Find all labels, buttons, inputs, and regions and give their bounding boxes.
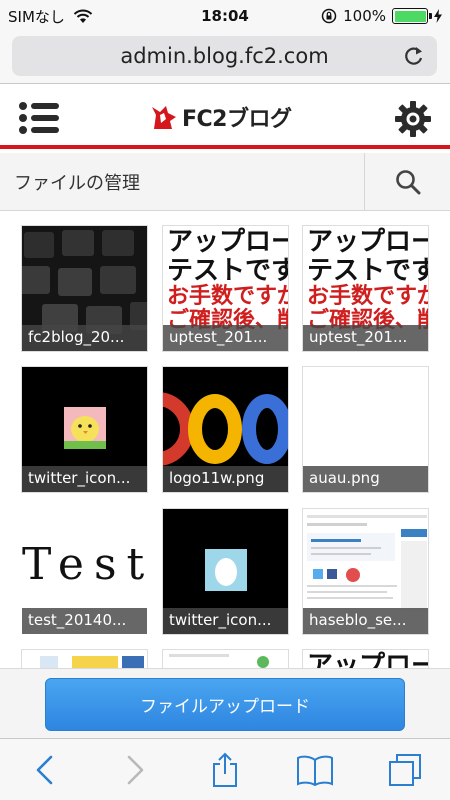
browser-address-bar: admin.blog.fc2.com [0, 32, 450, 84]
thumb-text-line: アップロード [167, 227, 288, 257]
share-button[interactable] [203, 748, 247, 792]
file-tile[interactable]: fc2blog_20... [21, 225, 148, 352]
file-name: fc2blog_20... [22, 325, 147, 351]
tabs-button[interactable] [383, 748, 427, 792]
wifi-icon [73, 9, 93, 23]
battery-percent: 100% [343, 7, 386, 25]
charging-icon [434, 9, 442, 23]
webpage-thumbnail [22, 650, 147, 668]
file-tile[interactable]: auau.png [302, 366, 429, 493]
thumb-text-line: アップロード [307, 227, 428, 257]
back-button[interactable] [23, 748, 67, 792]
forward-button[interactable] [113, 748, 157, 792]
file-tile[interactable]: logo11w.png [162, 366, 289, 493]
browser-toolbar [0, 738, 450, 800]
forward-icon [127, 755, 144, 784]
battery-level [394, 10, 426, 22]
file-name: auau.png [303, 466, 428, 492]
thumb-text-line: お手数ですが [167, 284, 289, 310]
bookmarks-button[interactable] [293, 748, 337, 792]
file-tile[interactable]: アップロード テストです。 お手数ですが ご確認後、削除 uptest_201.… [302, 225, 429, 352]
logo-text: FC2ブログ [182, 107, 292, 132]
handwriting-text: Test [22, 539, 148, 590]
orientation-lock-icon [321, 8, 337, 24]
url-text: admin.blog.fc2.com [120, 44, 329, 68]
search-button[interactable] [364, 153, 450, 211]
file-grid: fc2blog_20... アップロード テストです。 お手数ですが ご確認後、… [0, 212, 450, 668]
file-tile[interactable]: Test test_20140... [21, 508, 148, 635]
file-upload-button[interactable]: ファイルアップロード [45, 678, 405, 731]
file-tile[interactable] [21, 649, 148, 668]
reload-icon[interactable] [403, 45, 425, 67]
text-thumbnail: アップロード [303, 650, 428, 668]
gear-icon[interactable] [394, 100, 432, 138]
share-icon [213, 752, 237, 787]
status-right: 100% [321, 7, 442, 25]
file-name: logo11w.png [163, 466, 288, 492]
thumb-text-line: アップロード [307, 651, 428, 668]
file-tile[interactable]: アップロード テストです。 お手数ですが ご確認後、削除 uptest_201.… [162, 225, 289, 352]
file-tile[interactable]: twitter_icon... [162, 508, 289, 635]
fc2-blog-logo: FC2ブログ [150, 101, 292, 133]
battery-icon [392, 8, 432, 24]
status-bar: SIMなし 18:04 100% [0, 0, 450, 32]
file-tile[interactable]: twitter_icon... [21, 366, 148, 493]
file-name: uptest_201... [303, 325, 428, 351]
file-name: twitter_icon... [163, 608, 288, 634]
app-header: FC2ブログ [0, 85, 450, 149]
search-icon [395, 170, 420, 195]
file-name: uptest_201... [163, 325, 288, 351]
title-row: ファイルの管理 [0, 153, 450, 211]
file-name: haseblo_se... [303, 608, 428, 634]
list-menu-icon[interactable] [18, 101, 60, 135]
carrier-label: SIMなし [8, 7, 65, 26]
file-tile[interactable] [162, 649, 289, 668]
bookmarks-icon [297, 755, 333, 786]
thumb-text-line: テストです。 [307, 255, 428, 286]
status-left: SIMなし [8, 6, 93, 27]
file-name: twitter_icon... [22, 466, 147, 492]
webpage-thumbnail [163, 650, 288, 668]
file-tile[interactable]: アップロード [302, 649, 429, 668]
page-title: ファイルの管理 [14, 173, 140, 194]
url-field[interactable]: admin.blog.fc2.com [12, 36, 437, 76]
thumb-text-line: お手数ですが [307, 284, 429, 310]
file-name: test_20140... [22, 608, 147, 634]
fc2-unicorn-icon [152, 106, 176, 129]
back-icon [36, 755, 53, 784]
upload-area: ファイルアップロード [0, 668, 450, 738]
thumb-text-line: テストです。 [167, 255, 288, 286]
tabs-icon [389, 753, 421, 786]
file-tile[interactable]: haseblo_se... [302, 508, 429, 635]
